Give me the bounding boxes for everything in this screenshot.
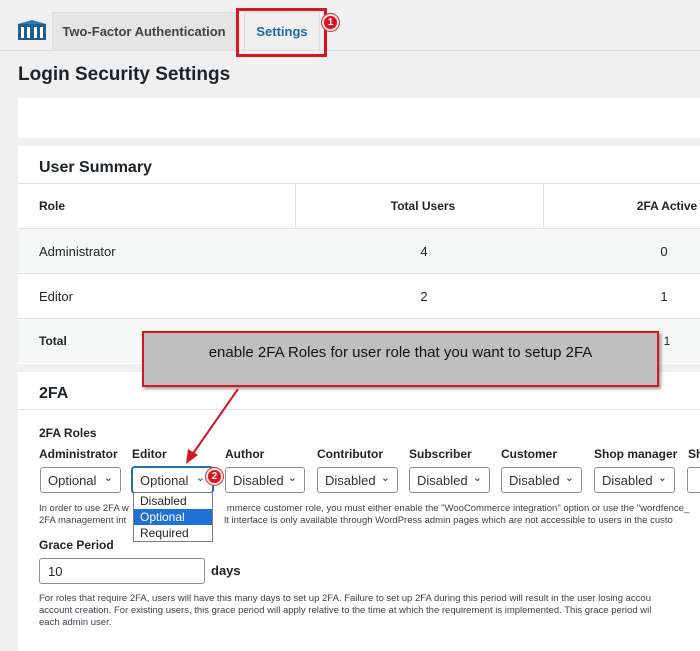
cell-2fa-active: 0 xyxy=(660,243,668,259)
cell-role: Editor xyxy=(39,288,73,304)
role-label-author: Author xyxy=(225,447,265,461)
cell-total-label: Total xyxy=(39,334,67,348)
role-label-subscriber: Subscriber xyxy=(409,447,472,461)
note-text: 2FA management int xyxy=(39,515,127,526)
user-summary-title: User Summary xyxy=(39,159,152,176)
role-select-contributor[interactable]: Disabled ⌄ xyxy=(317,467,398,493)
role-select-subscriber[interactable]: Disabled ⌄ xyxy=(409,467,490,493)
tabs-divider xyxy=(0,50,700,51)
header-2fa-active: 2FA Active xyxy=(636,199,698,213)
role-select-editor[interactable]: Optional ⌄ xyxy=(132,467,213,493)
role-label-administrator: Administrator xyxy=(39,447,118,461)
select-value: Optional xyxy=(140,472,189,488)
header-role: Role xyxy=(39,199,66,213)
cell-total-users: 2 xyxy=(420,288,428,304)
chevron-down-icon: ⌄ xyxy=(103,472,113,484)
grace-period-unit: days xyxy=(211,563,241,578)
column-divider xyxy=(295,184,296,228)
twofa-title: 2FA xyxy=(39,385,69,402)
dropdown-option-optional[interactable]: Optional xyxy=(134,509,212,525)
step-badge-1: 1 xyxy=(322,14,339,31)
chevron-down-icon: ⌄ xyxy=(657,472,667,484)
header-total-users: Total Users xyxy=(390,199,456,213)
empty-panel xyxy=(18,98,700,138)
role-label-contributor: Contributor xyxy=(317,447,383,461)
step-badge-2: 2 xyxy=(206,468,223,485)
cell-total-users: 4 xyxy=(420,243,428,259)
annotation-callout: enable 2FA Roles for user role that you … xyxy=(142,331,659,387)
note-text: In order to use 2FA w xyxy=(39,503,129,514)
grace-note-line-2: account creation. For existing users, th… xyxy=(39,605,652,616)
chevron-down-icon: ⌄ xyxy=(472,472,482,484)
grace-note-line-3: each admin user. xyxy=(39,617,112,628)
tab-two-factor-authentication[interactable]: Two-Factor Authentication xyxy=(52,12,236,50)
role-label-editor: Editor xyxy=(132,447,167,461)
select-value: Optional xyxy=(48,472,97,488)
role-label-customer: Customer xyxy=(501,447,558,461)
role-label-shop-manager: Shop manager xyxy=(594,447,678,461)
chevron-down-icon: ⌄ xyxy=(195,472,205,484)
dropdown-option-disabled[interactable]: Disabled xyxy=(134,493,212,509)
role-select-administrator[interactable]: Optional ⌄ xyxy=(40,467,121,493)
twofa-roles-label: 2FA Roles xyxy=(39,426,97,440)
page-title: Login Security Settings xyxy=(18,64,231,85)
cell-role: Administrator xyxy=(39,243,116,259)
table-header-row: Role Total Users 2FA Active xyxy=(18,183,700,228)
editor-role-dropdown[interactable]: Disabled Optional Required xyxy=(133,492,213,542)
role-select-shop-manager[interactable]: Disabled ⌄ xyxy=(594,467,675,493)
table-row: Administrator 4 0 xyxy=(18,228,700,273)
grace-period-label: Grace Period xyxy=(39,538,114,552)
role-label-truncated: Sh xyxy=(688,447,700,461)
chevron-down-icon: ⌄ xyxy=(380,472,390,484)
grace-note-line-1: For roles that require 2FA, users will h… xyxy=(39,593,651,604)
column-divider xyxy=(543,184,544,228)
chevron-down-icon: ⌄ xyxy=(564,472,574,484)
role-select-customer[interactable]: Disabled ⌄ xyxy=(501,467,582,493)
role-select-author[interactable]: Disabled ⌄ xyxy=(225,467,305,493)
note-text: mmerce customer role, you must either en… xyxy=(226,503,690,514)
select-value: Disabled xyxy=(602,472,653,488)
select-value: Disabled xyxy=(233,472,284,488)
wordfence-logo-icon xyxy=(18,20,46,40)
twofa-card: 2FA 2FA Roles Administrator Editor Autho… xyxy=(18,372,700,651)
chevron-down-icon: ⌄ xyxy=(287,472,297,484)
grace-period-input[interactable]: 10 xyxy=(39,558,205,584)
cell-2fa-active: 1 xyxy=(660,288,668,304)
select-value: Disabled xyxy=(417,472,468,488)
section-divider xyxy=(18,409,700,410)
role-select-truncated[interactable] xyxy=(687,467,700,493)
settings-highlight-box xyxy=(236,8,327,57)
note-text: lt interface is only available through W… xyxy=(224,515,673,526)
table-row: Editor 2 1 xyxy=(18,273,700,318)
dropdown-option-required[interactable]: Required xyxy=(134,525,212,541)
select-value: Disabled xyxy=(509,472,560,488)
select-value: Disabled xyxy=(325,472,376,488)
